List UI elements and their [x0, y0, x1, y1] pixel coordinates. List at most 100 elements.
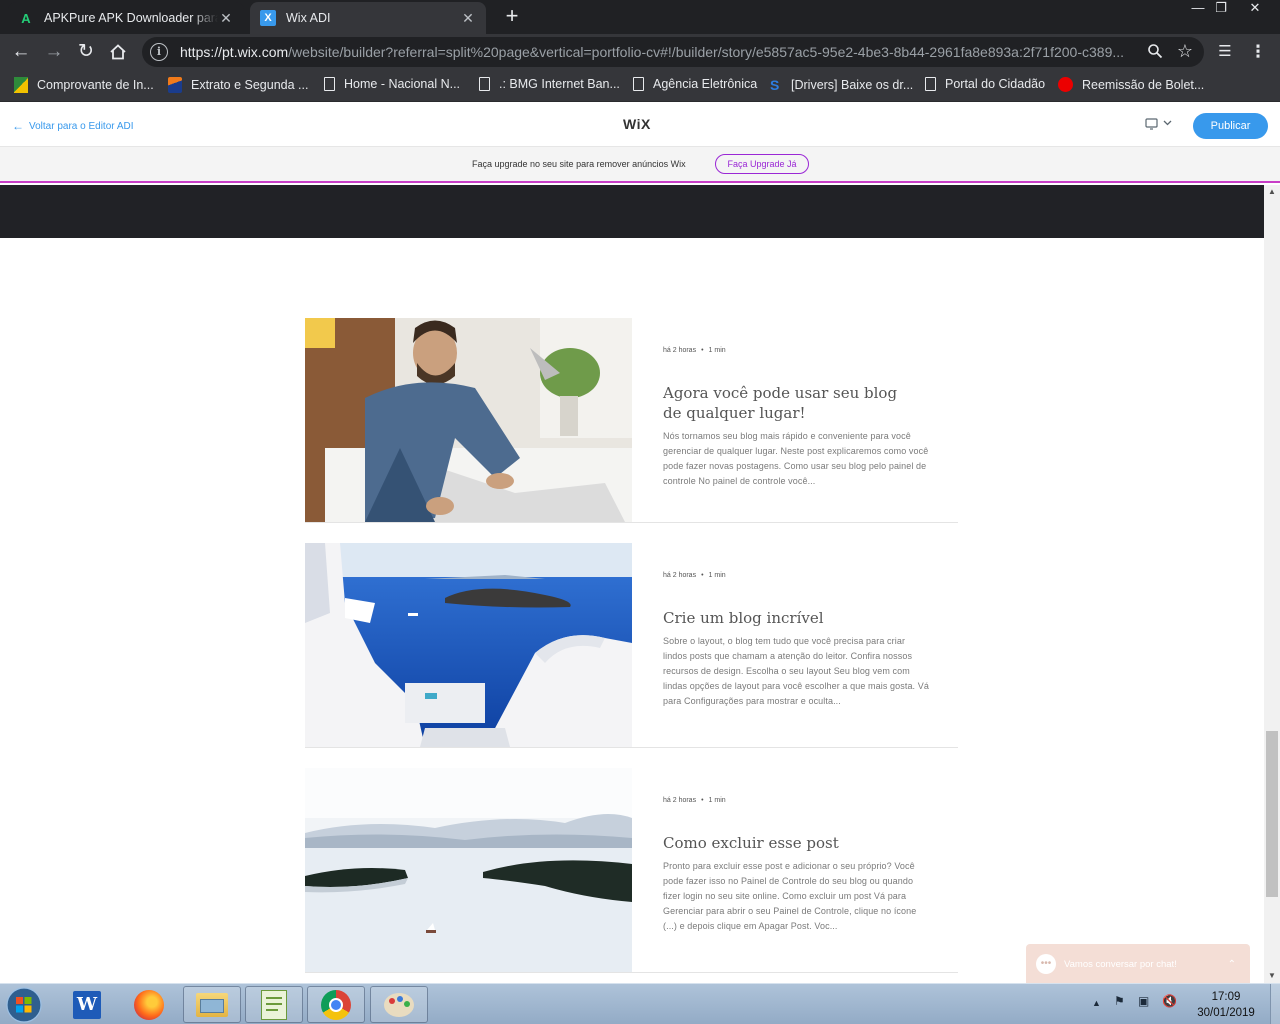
- chat-bubble-icon: •••: [1036, 954, 1056, 974]
- drivers-s-icon: S: [770, 77, 780, 93]
- meta-separator: •: [701, 797, 704, 804]
- address-bar[interactable]: i https://pt.wix.com/website/builder?ref…: [142, 37, 1204, 67]
- system-clock[interactable]: 17:09 30/01/2019: [1186, 989, 1266, 1021]
- browser-tab-strip: A APKPure APK Downloader para Android ✕ …: [0, 0, 1280, 34]
- menu-kebab-icon[interactable]: ⋮: [1246, 40, 1270, 64]
- back-link-label: Voltar para o Editor ADI: [29, 120, 134, 132]
- meta-separator: •: [701, 572, 704, 579]
- post-excerpt: Nós tornamos seu blog mais rápido e conv…: [663, 431, 929, 486]
- site-preview: há 2 horas • 1 min Agora você pode usar se…: [0, 185, 1264, 983]
- file-explorer-taskbar-icon[interactable]: [183, 986, 241, 1023]
- desktop-device-icon: [1145, 118, 1172, 130]
- bookmark-item[interactable]: Portal do Cidadão: [925, 77, 1045, 91]
- url-text: https://pt.wix.com/website/builder?refer…: [180, 44, 1125, 60]
- bookmark-label: Reemissão de Bolet...: [1082, 77, 1205, 92]
- bookmark-item[interactable]: .: BMG Internet Ban...: [479, 77, 620, 91]
- post-title[interactable]: Como excluir esse post: [663, 833, 903, 853]
- back-arrow-icon: ←: [12, 119, 24, 133]
- zoom-icon[interactable]: [1145, 43, 1165, 64]
- bookmark-item[interactable]: Extrato e Segunda ...: [168, 77, 308, 93]
- wix-adi-icon: X: [260, 10, 276, 26]
- meta-separator: •: [701, 347, 704, 354]
- post-time: há 2 horas: [663, 572, 697, 579]
- post-image-lake-islands[interactable]: [305, 768, 632, 972]
- page-icon: [633, 77, 644, 91]
- tab-title: APKPure APK Downloader para Android: [44, 11, 218, 25]
- wix-editor-header: ← Voltar para o Editor ADI WiX Publicar: [0, 103, 1280, 147]
- bookmark-star-icon[interactable]: ☆: [1175, 41, 1195, 62]
- notepad-plus-plus-taskbar-icon[interactable]: [245, 986, 303, 1023]
- restore-button[interactable]: ❐: [1206, 0, 1236, 18]
- bank-logo-icon: [168, 77, 182, 93]
- scroll-down-arrow-icon[interactable]: ▼: [1264, 969, 1280, 983]
- post-read-time: 1 min: [708, 797, 726, 804]
- page-icon: [479, 77, 490, 91]
- extensions-icon[interactable]: ☰: [1213, 40, 1237, 64]
- volume-muted-icon[interactable]: 🔇: [1162, 994, 1177, 1008]
- chat-label: Vamos conversar por chat!: [1064, 958, 1177, 970]
- post-meta: há 2 horas • 1 min: [663, 572, 726, 579]
- page-scrollbar[interactable]: ▲ ▼: [1264, 185, 1280, 983]
- network-icon[interactable]: ▣: [1138, 994, 1149, 1008]
- bookmark-item[interactable]: Reemissão de Bolet...: [1058, 77, 1204, 92]
- blog-post-card[interactable]: há 2 horas • 1 min Crie um blog incrível S…: [305, 543, 958, 748]
- bookmark-item[interactable]: Home - Nacional N...: [324, 77, 460, 91]
- forward-arrow-icon[interactable]: →: [42, 40, 66, 64]
- post-meta: há 2 horas • 1 min: [663, 347, 726, 354]
- bookmark-item[interactable]: Comprovante de In...: [14, 77, 154, 93]
- bookmark-label: Portal do Cidadão: [945, 77, 1046, 91]
- post-excerpt: Pronto para excluir esse post e adiciona…: [663, 861, 917, 931]
- firefox-taskbar-icon[interactable]: [120, 986, 178, 1023]
- browser-toolbar: ← → ↻ i https://pt.wix.com/website/build…: [0, 34, 1280, 70]
- tray-expand-icon[interactable]: ▲: [1092, 998, 1101, 1008]
- site-header-band: [0, 185, 1264, 238]
- action-center-flag-icon[interactable]: ⚑: [1114, 994, 1125, 1008]
- device-switcher[interactable]: [1145, 117, 1175, 134]
- home-icon[interactable]: [106, 40, 130, 64]
- windows-taskbar: W ▲ ⚑ ▣ 🔇 17:09 30/01/2019: [0, 983, 1280, 1024]
- clock-time: 17:09: [1211, 991, 1241, 1003]
- word-taskbar-icon[interactable]: W: [58, 986, 116, 1023]
- close-tab-icon[interactable]: ✕: [460, 10, 476, 27]
- post-time: há 2 horas: [663, 797, 697, 804]
- bookmark-label: [Drivers] Baixe os dr...: [791, 78, 914, 92]
- post-image-santorini[interactable]: [305, 543, 632, 747]
- post-title[interactable]: Agora você pode usar seu blog de qualque…: [663, 383, 903, 423]
- bookmarks-bar: Comprovante de In... Extrato e Segunda .…: [0, 70, 1280, 102]
- reload-icon[interactable]: ↻: [74, 40, 98, 64]
- apkpure-icon: A: [21, 10, 31, 26]
- site-info-icon[interactable]: i: [150, 43, 168, 61]
- show-desktop-button[interactable]: [1270, 984, 1280, 1024]
- new-tab-button[interactable]: +: [500, 5, 524, 29]
- post-read-time: 1 min: [708, 347, 726, 354]
- back-arrow-icon[interactable]: ←: [9, 40, 33, 64]
- start-button[interactable]: [3, 986, 45, 1024]
- chrome-taskbar-icon[interactable]: [307, 986, 365, 1023]
- page-icon: [324, 77, 335, 91]
- chat-widget[interactable]: ••• Vamos conversar por chat! ⌃: [1026, 944, 1250, 984]
- blog-post-card[interactable]: há 2 horas • 1 min Como excluir esse post …: [305, 768, 958, 973]
- bookmark-item[interactable]: S [Drivers] Baixe os dr...: [770, 77, 913, 93]
- scrollbar-thumb[interactable]: [1266, 731, 1278, 897]
- blog-post-card[interactable]: há 2 horas • 1 min Agora você pode usar se…: [305, 318, 958, 523]
- bookmark-label: .: BMG Internet Ban...: [499, 77, 620, 91]
- paint-taskbar-icon[interactable]: [370, 986, 428, 1023]
- post-title[interactable]: Crie um blog incrível: [663, 608, 903, 628]
- scroll-up-arrow-icon[interactable]: ▲: [1264, 185, 1280, 199]
- tab-apkpure[interactable]: A APKPure APK Downloader para Android ✕: [8, 2, 244, 34]
- upgrade-button[interactable]: Faça Upgrade Já: [715, 154, 809, 174]
- santander-flame-icon: [1058, 77, 1073, 92]
- post-meta: há 2 horas • 1 min: [663, 797, 726, 804]
- back-to-editor-link[interactable]: ← Voltar para o Editor ADI: [12, 119, 134, 133]
- chevron-up-icon[interactable]: ⌃: [1228, 959, 1236, 970]
- tab-title: Wix ADI: [286, 11, 331, 25]
- tab-wix-adi[interactable]: X Wix ADI ✕: [250, 2, 486, 34]
- upgrade-text: Faça upgrade no seu site para remover an…: [472, 159, 686, 169]
- publish-button[interactable]: Publicar: [1193, 113, 1268, 139]
- close-tab-icon[interactable]: ✕: [218, 10, 234, 27]
- post-image-man-at-desk[interactable]: [305, 318, 632, 522]
- receita-flag-icon: [14, 77, 28, 93]
- bookmark-item[interactable]: Agência Eletrônica: [633, 77, 757, 91]
- close-window-button[interactable]: ✕: [1240, 0, 1270, 18]
- wix-logo: WiX: [623, 116, 651, 132]
